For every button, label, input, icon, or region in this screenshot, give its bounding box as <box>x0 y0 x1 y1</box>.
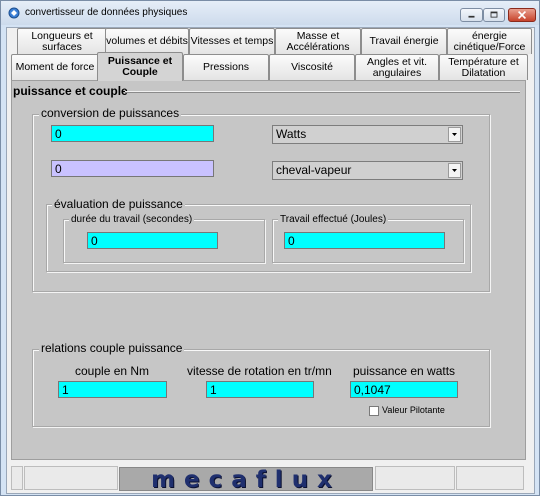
status-cell <box>24 466 118 490</box>
travail-input[interactable]: 0 <box>284 232 445 249</box>
panel-title-divider <box>125 91 520 93</box>
panel-title: puissance et couple <box>13 84 128 98</box>
tab-label: Viscosité <box>291 61 333 73</box>
couple-label: couple en Nm <box>75 364 150 378</box>
puissance-label: puissance en watts <box>353 364 456 378</box>
tab-moment-de-force[interactable]: Moment de force <box>11 54 99 80</box>
select-value: Watts <box>276 127 307 141</box>
status-cell <box>375 466 455 490</box>
travail-label: Travail effectué (Joules) <box>278 214 389 225</box>
minimize-icon <box>468 15 475 18</box>
dropdown-button[interactable] <box>448 163 461 178</box>
title-bar[interactable]: convertisseur de données physiques <box>1 1 539 25</box>
tab-puissance-couple[interactable]: Puissance et Couple <box>97 52 183 81</box>
vitesse-label: vitesse de rotation en tr/mn <box>187 364 332 378</box>
tab-label: Moment de force <box>15 61 95 73</box>
power-value-1-input[interactable]: 0 <box>51 125 214 142</box>
maximize-button[interactable] <box>483 8 505 22</box>
tab-label: énergie cinétique/Force <box>453 29 526 53</box>
power-unit-1-select[interactable]: Watts <box>272 125 463 144</box>
tab-label: Pressions <box>202 61 250 73</box>
power-unit-2-select[interactable]: cheval-vapeur <box>272 161 463 180</box>
power-value-2-input[interactable]: 0 <box>51 160 214 177</box>
tab-label: Longueurs et surfaces <box>31 29 93 53</box>
duree-input[interactable]: 0 <box>87 232 218 249</box>
tab-angles-vitesses-angulaires[interactable]: Angles et vit. angulaires <box>355 54 439 80</box>
puissance-input[interactable]: 0,1047 <box>350 381 458 398</box>
status-cell <box>11 466 23 490</box>
relations-group-title: relations couple puissance <box>39 341 185 355</box>
conversion-group-title: conversion de puissances <box>39 106 182 120</box>
vitesse-input[interactable]: 1 <box>206 381 314 398</box>
tab-label: Travail énergie <box>369 35 439 47</box>
tab-vitesses-temps[interactable]: Vitesses et temps <box>189 28 275 54</box>
tab-label: volumes et débits <box>106 35 188 47</box>
app-icon <box>8 7 20 19</box>
couple-input[interactable]: 1 <box>58 381 167 398</box>
tab-label: Température et Dilatation <box>448 55 519 79</box>
tab-label: Puissance et Couple <box>107 55 173 78</box>
valeur-pilotante-checkbox[interactable] <box>369 406 379 416</box>
tab-temperature-dilatation[interactable]: Température et Dilatation <box>439 54 528 80</box>
close-icon <box>517 10 527 20</box>
evaluation-group-title: évaluation de puissance <box>52 197 185 211</box>
app-window: convertisseur de données physiques Longu… <box>0 0 540 496</box>
tab-label: Angles et vit. angulaires <box>366 55 428 79</box>
dropdown-button[interactable] <box>448 127 461 142</box>
window-title: convertisseur de données physiques <box>25 7 188 18</box>
tab-longueurs-surfaces[interactable]: Longueurs et surfaces <box>17 28 107 54</box>
maximize-icon <box>490 11 498 18</box>
tab-masse-accelerations[interactable]: Masse et Accélérations <box>275 28 361 54</box>
tab-volumes-debits[interactable]: volumes et débits <box>105 28 189 54</box>
chevron-down-icon <box>452 169 457 172</box>
tab-travail-energie[interactable]: Travail énergie <box>361 28 447 54</box>
close-button[interactable] <box>508 8 536 22</box>
select-value: cheval-vapeur <box>276 163 352 177</box>
tab-label: Vitesses et temps <box>190 35 274 47</box>
mecaflux-logo: mecaflux <box>119 467 373 492</box>
tab-viscosite[interactable]: Viscosité <box>269 54 355 80</box>
minimize-button[interactable] <box>460 8 483 22</box>
duree-label: durée du travail (secondes) <box>69 214 195 225</box>
tab-energie-cinetique-force[interactable]: énergie cinétique/Force <box>447 28 532 54</box>
tab-pressions[interactable]: Pressions <box>183 54 269 80</box>
tab-label: Masse et Accélérations <box>286 29 350 53</box>
status-cell <box>456 466 524 490</box>
chevron-down-icon <box>452 133 457 136</box>
valeur-pilotante-label: Valeur Pilotante <box>382 405 445 415</box>
